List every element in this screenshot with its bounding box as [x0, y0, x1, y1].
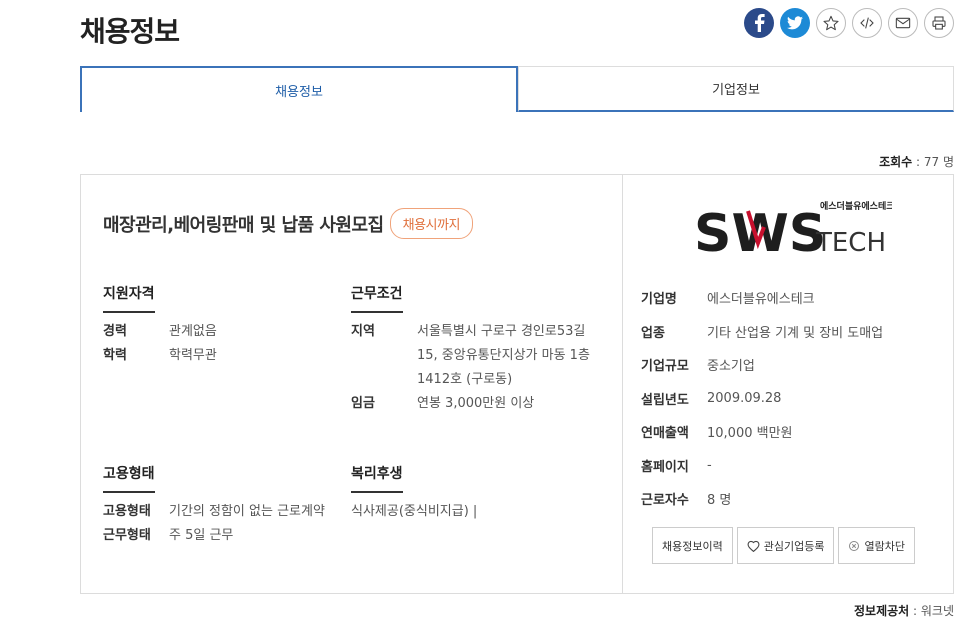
job-details: 매장관리,베어링판매 및 납품 사원모집 채용시까지 지원자격 경력 관계없음 학… — [81, 175, 623, 593]
company-info-key: 홈페이지 — [641, 459, 689, 475]
company-info-value: - — [707, 457, 712, 473]
condition-key: 지역 — [351, 324, 375, 339]
deadline-badge: 채용시까지 — [389, 208, 473, 239]
qualification-key: 경력 — [103, 324, 127, 339]
welfare-list: 식사제공(중식비지급) | — [351, 500, 477, 524]
logo-main-text: SWS — [694, 204, 826, 259]
company-info-value: 8 명 — [707, 493, 732, 509]
condition-value: 연봉 3,000만원 이상 — [417, 396, 535, 411]
job-history-label: 채용정보이력 — [662, 539, 723, 553]
company-info-key: 근로자수 — [641, 493, 689, 509]
company-actions: 채용정보이력 관심기업등록 열람차단 — [652, 527, 915, 564]
employment-value: 주 5일 근무 — [169, 528, 234, 543]
company-info-value: 중소기업 — [707, 359, 755, 375]
condition-key: 임금 — [351, 396, 375, 411]
heart-icon — [747, 540, 760, 552]
employment-list: 고용형태 기간의 정함이 없는 근로계약 근무형태 주 5일 근무 — [103, 500, 325, 548]
company-summary: SWS TECH 에스더블유에스테크 기업명 에스더블유에스테크 업종 기타 산업용… — [624, 175, 953, 593]
block-viewing-label: 열람차단 — [864, 539, 905, 553]
info-source: 정보제공처 : 워크넷 — [854, 602, 954, 619]
employment-key: 근무형태 — [103, 528, 151, 543]
block-icon — [849, 540, 860, 551]
view-count: 조회수 : 77 명 — [879, 153, 954, 170]
qualification-key: 학력 — [103, 348, 127, 363]
job-card: 매장관리,베어링판매 및 납품 사원모집 채용시까지 지원자격 경력 관계없음 학… — [80, 174, 954, 594]
tab-company-info[interactable]: 기업정보 — [518, 66, 954, 112]
employment-heading: 고용형태 — [103, 463, 155, 493]
company-info-key: 연매출액 — [641, 426, 689, 442]
page-title: 채용정보 — [80, 15, 180, 48]
job-title: 매장관리,베어링판매 및 납품 사원모집 — [103, 214, 384, 236]
block-viewing-button[interactable]: 열람차단 — [838, 527, 915, 564]
qualification-value: 관계없음 — [169, 324, 217, 339]
share-bar — [744, 8, 954, 38]
interest-company-label: 관심기업등록 — [763, 539, 825, 553]
interest-company-button[interactable]: 관심기업등록 — [736, 527, 835, 564]
info-source-label: 정보제공처 — [853, 604, 910, 618]
twitter-icon[interactable] — [780, 8, 810, 38]
qualifications-heading: 지원자격 — [103, 283, 155, 313]
conditions-heading: 근무조건 — [351, 283, 403, 313]
mail-icon[interactable] — [888, 8, 918, 38]
welfare-value: 식사제공(중식비지급) | — [351, 504, 478, 519]
print-icon[interactable] — [924, 8, 954, 38]
view-count-label: 조회수 — [879, 155, 913, 169]
company-info-key: 기업명 — [641, 292, 677, 308]
employment-key: 고용형태 — [103, 504, 151, 519]
company-info-value: 에스더블유에스테크 — [707, 292, 815, 308]
company-info-value: 10,000 백만원 — [707, 426, 793, 442]
code-icon[interactable] — [852, 8, 882, 38]
company-info-key: 설립년도 — [641, 392, 689, 408]
company-info-key: 업종 — [641, 325, 665, 341]
conditions-list: 지역 서울특별시 구로구 경인로53길 15, 중앙유통단지상가 마동 1층 14… — [351, 320, 603, 416]
star-icon[interactable] — [816, 8, 846, 38]
facebook-icon[interactable] — [744, 8, 774, 38]
company-info-value: 기타 산업용 기계 및 장비 도매업 — [707, 325, 884, 341]
tab-job-info[interactable]: 채용정보 — [80, 66, 518, 112]
view-count-value: : 77 명 — [916, 155, 954, 169]
info-source-value: : 워크넷 — [913, 604, 954, 618]
company-info-value: 2009.09.28 — [707, 390, 782, 406]
logo-sub-text: TECH — [815, 228, 886, 258]
qualifications-list: 경력 관계없음 학력 학력무관 — [103, 320, 217, 368]
job-history-button[interactable]: 채용정보이력 — [652, 527, 733, 564]
company-logo: SWS TECH 에스더블유에스테크 — [694, 200, 892, 259]
logo-korean-text: 에스더블유에스테크 — [820, 200, 892, 212]
qualification-value: 학력무관 — [169, 348, 217, 363]
condition-value: 서울특별시 구로구 경인로53길 15, 중앙유통단지상가 마동 1층 1412… — [417, 324, 590, 387]
company-info-list: 기업명 에스더블유에스테크 업종 기타 산업용 기계 및 장비 도매업 기업규모 중소… — [641, 281, 883, 516]
tab-bar: 채용정보 기업정보 — [80, 66, 954, 112]
employment-value: 기간의 정함이 없는 근로계약 — [169, 504, 325, 519]
welfare-heading: 복리후생 — [351, 463, 403, 493]
job-title-row: 매장관리,베어링판매 및 납품 사원모집 채용시까지 — [103, 208, 473, 239]
company-info-key: 기업규모 — [641, 359, 689, 375]
